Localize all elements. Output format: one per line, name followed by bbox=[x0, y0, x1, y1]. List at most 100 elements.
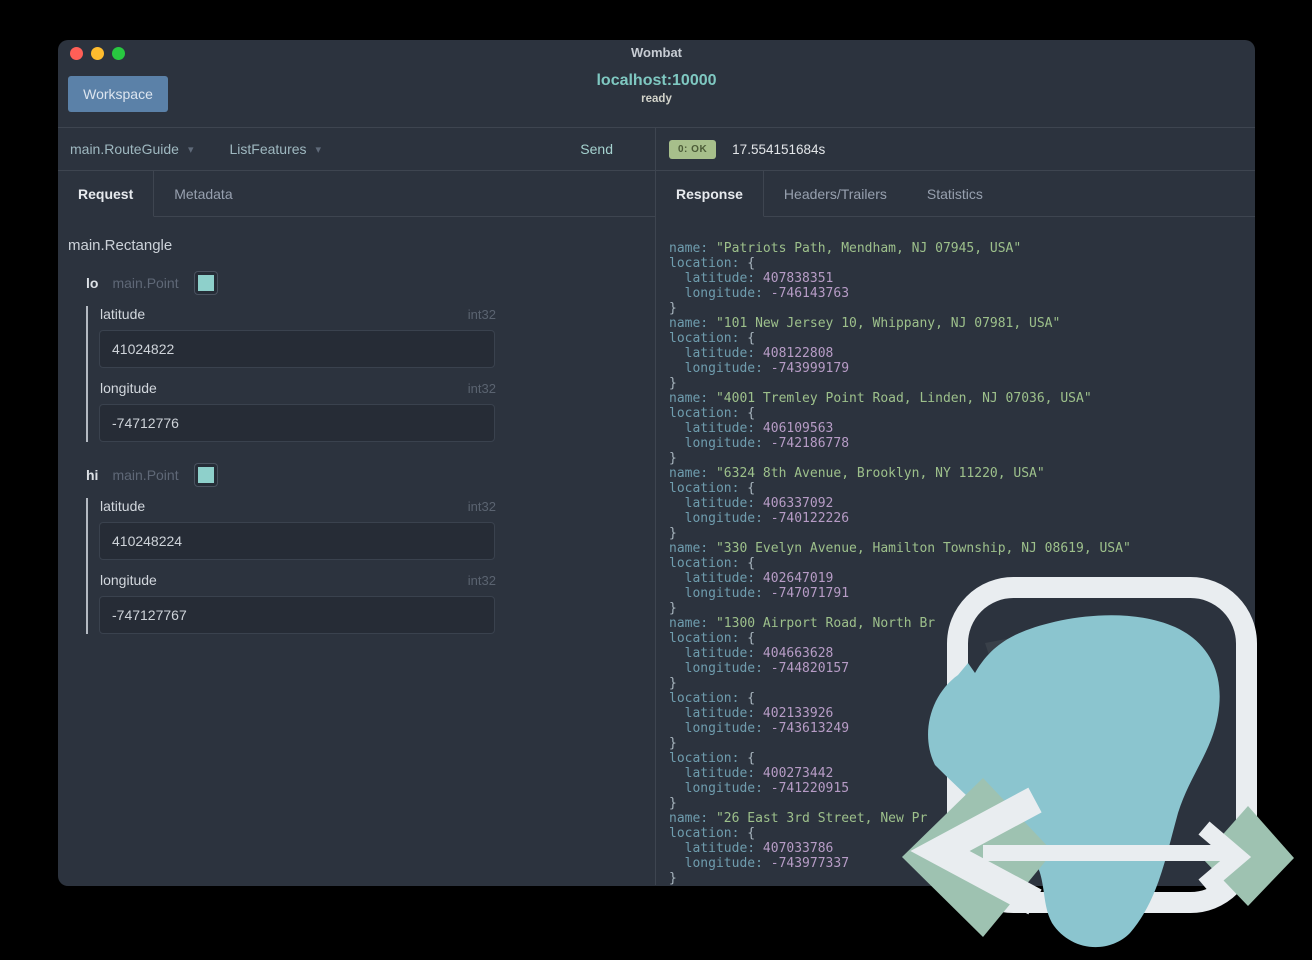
response-line: location: { bbox=[669, 481, 756, 496]
response-output[interactable]: name: "Patriots Path, Mendham, NJ 07945,… bbox=[656, 217, 1255, 885]
subfield-label: longitude bbox=[100, 572, 157, 588]
service-select[interactable]: main.RouteGuide bbox=[70, 141, 179, 157]
request-panel: main.RouteGuide ▾ ListFeatures ▾ Send Re… bbox=[58, 128, 656, 885]
subfield-label-row: latitude int32 bbox=[100, 306, 496, 322]
response-line: latitude: 407838351 bbox=[669, 271, 834, 286]
traffic-lights bbox=[70, 47, 125, 60]
subfield-label-row: latitude int32 bbox=[100, 498, 496, 514]
response-line: latitude: 407033786 bbox=[669, 841, 834, 856]
response-status-bar: 0: OK 17.554151684s bbox=[656, 128, 1255, 171]
response-line: longitude: -740122226 bbox=[669, 511, 850, 526]
send-button[interactable]: Send bbox=[574, 140, 619, 158]
window-title: Wombat bbox=[630, 45, 683, 60]
lo-latitude-input[interactable] bbox=[99, 330, 495, 368]
connection-info: localhost:10000 ready bbox=[58, 72, 1255, 105]
response-line: location: { bbox=[669, 826, 756, 841]
response-line: } bbox=[669, 676, 677, 691]
request-tab-strip: Request Metadata bbox=[58, 171, 655, 217]
response-line: } bbox=[669, 871, 677, 885]
response-line: name: "26 East 3rd Street, New Pr bbox=[669, 811, 928, 826]
hi-subfields: latitude int32 longitude int32 bbox=[86, 498, 645, 634]
response-line: location: { bbox=[669, 331, 756, 346]
response-line: longitude: -743613249 bbox=[669, 721, 850, 736]
response-panel: 0: OK 17.554151684s Response Headers/Trai… bbox=[656, 128, 1255, 885]
response-tab-statistics[interactable]: Statistics bbox=[907, 171, 1003, 216]
response-tab-strip: Response Headers/Trailers Statistics bbox=[656, 171, 1255, 217]
method-select[interactable]: ListFeatures bbox=[229, 141, 306, 157]
response-line: longitude: -747071791 bbox=[669, 586, 850, 601]
response-line: } bbox=[669, 301, 677, 316]
subfield-type-hint: int32 bbox=[467, 498, 496, 514]
hi-enabled-checkbox[interactable] bbox=[194, 464, 217, 486]
lo-enabled-checkbox[interactable] bbox=[194, 272, 217, 294]
close-icon[interactable] bbox=[70, 47, 83, 60]
hi-latitude-input[interactable] bbox=[99, 522, 495, 560]
duration-label: 17.554151684s bbox=[732, 141, 826, 157]
response-tab-headers-trailers[interactable]: Headers/Trailers bbox=[764, 171, 907, 216]
wombat-window: Wombat Workspace localhost:10000 ready m… bbox=[58, 40, 1255, 886]
response-line: longitude: -743999179 bbox=[669, 361, 850, 376]
response-line: } bbox=[669, 451, 677, 466]
response-tab-response[interactable]: Response bbox=[656, 171, 764, 217]
subfield-label-row: longitude int32 bbox=[100, 572, 496, 588]
response-line: location: { bbox=[669, 751, 756, 766]
response-line: latitude: 406109563 bbox=[669, 421, 834, 436]
response-line: name: "6324 8th Avenue, Brooklyn, NY 112… bbox=[669, 466, 1045, 481]
response-line: latitude: 400273442 bbox=[669, 766, 834, 781]
response-line: } bbox=[669, 376, 677, 391]
field-row-hi: hi main.Point bbox=[86, 464, 645, 486]
response-line: name: "1300 Airport Road, North Br bbox=[669, 616, 936, 631]
field-name: lo bbox=[86, 275, 99, 291]
response-line: } bbox=[669, 796, 677, 811]
request-tab-metadata[interactable]: Metadata bbox=[154, 171, 252, 216]
response-line: latitude: 402133926 bbox=[669, 706, 834, 721]
response-line: latitude: 402647019 bbox=[669, 571, 834, 586]
chevron-down-icon[interactable]: ▾ bbox=[188, 143, 194, 156]
response-line: longitude: -741220915 bbox=[669, 781, 850, 796]
response-line: longitude: -742186778 bbox=[669, 436, 850, 451]
subfield-label: latitude bbox=[100, 498, 146, 514]
request-tab-request[interactable]: Request bbox=[58, 171, 155, 217]
response-line: longitude: -743977337 bbox=[669, 856, 850, 871]
message-type-label: main.Rectangle bbox=[68, 237, 173, 254]
server-address: localhost:10000 bbox=[596, 72, 717, 89]
hi-longitude-input[interactable] bbox=[99, 596, 495, 634]
response-line: longitude: -746143763 bbox=[669, 286, 850, 301]
response-line: name: "Patriots Path, Mendham, NJ 07945,… bbox=[669, 241, 1022, 256]
status-badge: 0: OK bbox=[669, 139, 717, 159]
request-form: main.Rectangle lo main.Point latitude int32… bbox=[58, 217, 655, 656]
response-line: location: { bbox=[669, 691, 756, 706]
response-line: longitude: -744820157 bbox=[669, 661, 850, 676]
field-row-lo: lo main.Point bbox=[86, 272, 645, 294]
subfield-type-hint: int32 bbox=[467, 306, 496, 322]
response-line: name: "330 Evelyn Avenue, Hamilton Towns… bbox=[669, 541, 1131, 556]
response-line: name: "4001 Tremley Point Road, Linden, … bbox=[669, 391, 1092, 406]
response-line: } bbox=[669, 526, 677, 541]
response-line: } bbox=[669, 736, 677, 751]
subfield-type-hint: int32 bbox=[467, 572, 496, 588]
subfield-label: longitude bbox=[100, 380, 157, 396]
lo-subfields: latitude int32 longitude int32 bbox=[86, 306, 645, 442]
method-bar: main.RouteGuide ▾ ListFeatures ▾ Send bbox=[58, 128, 655, 171]
field-type: main.Point bbox=[112, 275, 179, 291]
app-header: Workspace localhost:10000 ready bbox=[58, 66, 1255, 128]
lo-longitude-input[interactable] bbox=[99, 404, 495, 442]
subfield-label: latitude bbox=[100, 306, 146, 322]
field-name: hi bbox=[86, 467, 99, 483]
response-line: name: "101 New Jersey 10, Whippany, NJ 0… bbox=[669, 316, 1061, 331]
response-line: location: { bbox=[669, 556, 756, 571]
response-line: latitude: 408122808 bbox=[669, 346, 834, 361]
response-line: } bbox=[669, 601, 677, 616]
response-line: location: { bbox=[669, 631, 756, 646]
subfield-label-row: longitude int32 bbox=[100, 380, 496, 396]
zoom-icon[interactable] bbox=[112, 47, 125, 60]
titlebar: Wombat bbox=[58, 40, 1255, 66]
response-line: location: { bbox=[669, 256, 756, 271]
response-line: location: { bbox=[669, 406, 756, 421]
field-type: main.Point bbox=[112, 467, 179, 483]
connection-status: ready bbox=[641, 93, 672, 105]
response-line: latitude: 404663628 bbox=[669, 646, 834, 661]
chevron-down-icon[interactable]: ▾ bbox=[316, 143, 322, 156]
subfield-type-hint: int32 bbox=[467, 380, 496, 396]
minimize-icon[interactable] bbox=[91, 47, 104, 60]
